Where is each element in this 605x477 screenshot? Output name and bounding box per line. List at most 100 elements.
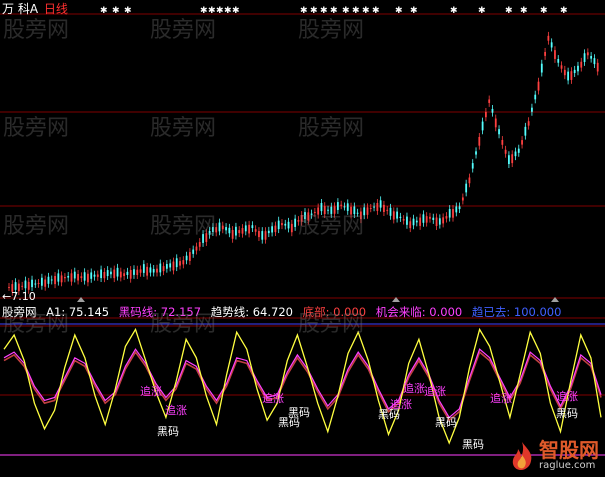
star-marker: ✱ (410, 6, 418, 16)
candle-body (481, 121, 484, 131)
candle-body (218, 222, 221, 232)
star-marker: ✱ (112, 6, 120, 16)
candle-body (165, 264, 168, 269)
candle-body (547, 35, 550, 41)
candle-body (225, 227, 227, 231)
candle-body (389, 207, 392, 216)
heima-signal-label: 黑码 (556, 407, 578, 420)
candle-body (185, 255, 188, 261)
candle-body (517, 148, 520, 153)
candle-body (103, 271, 106, 279)
watermark-text: 股旁网 (3, 116, 70, 141)
candle-body (557, 59, 560, 63)
candle-body (93, 274, 96, 277)
candle-body (142, 264, 145, 273)
candle-body (287, 221, 290, 229)
candle-body (231, 230, 234, 239)
candle-body (195, 246, 198, 251)
candle-body (386, 209, 389, 211)
candle-body (379, 200, 382, 208)
candle-body (271, 226, 274, 233)
logo-name: 智股网 (539, 438, 599, 462)
candle-body (238, 230, 241, 234)
star-marker: ✱ (216, 6, 224, 16)
candle-body (527, 121, 530, 126)
candle-body (80, 276, 83, 279)
candle-body (373, 206, 375, 208)
watermark-text: 股旁网 (3, 18, 70, 43)
candle-body (544, 51, 546, 56)
candle-body (540, 63, 543, 73)
candle-body (560, 65, 563, 69)
heima-signal-label: 黑码 (378, 408, 400, 421)
candle-body (425, 216, 428, 223)
candle-body (251, 225, 254, 229)
candle-body (465, 183, 468, 193)
heima-signal-label: 黑码 (288, 406, 310, 419)
star-marker: ✱ (560, 6, 568, 16)
candle-body (146, 266, 149, 276)
candle-body (100, 269, 102, 279)
candle-body (563, 69, 566, 76)
candle-body (593, 58, 596, 65)
candle-body (573, 69, 576, 74)
candle-body (179, 261, 181, 266)
candle-body (8, 286, 10, 288)
candle-body (261, 231, 264, 240)
watermark-text: 股旁网 (150, 18, 217, 43)
candle-body (415, 220, 418, 223)
candle-body (96, 274, 99, 277)
candle-body (235, 226, 237, 236)
candle-body (248, 224, 250, 234)
candle-body (461, 197, 464, 201)
candle-body (340, 204, 343, 206)
candle-body (106, 270, 109, 277)
candle-body (534, 94, 537, 100)
chase-signal-label: 追涨 (140, 385, 162, 398)
candle-body (126, 271, 129, 275)
candle-body (64, 277, 66, 279)
candle-body (290, 223, 293, 233)
watermark-text: 股旁网 (150, 214, 217, 239)
candle-body (583, 53, 586, 62)
candle-body (31, 279, 33, 288)
candle-body (34, 283, 37, 285)
candle-body (442, 217, 445, 224)
candle-body (396, 211, 398, 219)
candle-body (159, 263, 162, 273)
chase-signal-label: 追涨 (424, 385, 446, 398)
candle-body (162, 266, 165, 272)
candle-body (149, 267, 152, 273)
chase-signal-label: 追涨 (403, 382, 425, 395)
candle-body (70, 273, 73, 282)
candle-body (471, 163, 474, 169)
watermark-text: 股旁网 (3, 312, 70, 337)
candle-body (438, 218, 441, 225)
star-marker: ✱ (124, 6, 132, 16)
candle-body (116, 267, 119, 277)
candle-body (501, 139, 504, 145)
candle-body (448, 209, 451, 218)
candle-body (277, 220, 280, 230)
candle-body (87, 273, 89, 283)
candle-body (254, 229, 257, 232)
watermark-text: 股旁网 (298, 116, 365, 141)
candle-body (422, 214, 425, 223)
candle-body (156, 268, 158, 273)
candle-body (537, 81, 540, 91)
candle-body (221, 225, 224, 230)
candle-body (284, 223, 287, 226)
chase-signal-label: 追涨 (262, 392, 284, 405)
candle-body (567, 71, 570, 81)
candle-body (514, 151, 517, 157)
candle-body (14, 282, 17, 290)
candle-body (188, 252, 191, 261)
candle-body (445, 216, 448, 219)
candle-body (133, 269, 135, 275)
watermark-text: 股旁网 (150, 312, 217, 337)
candle-body (586, 52, 589, 56)
star-marker: ✱ (450, 6, 458, 16)
candle-body (406, 216, 408, 225)
candle-body (596, 62, 599, 72)
watermark-text: 股旁网 (298, 214, 365, 239)
